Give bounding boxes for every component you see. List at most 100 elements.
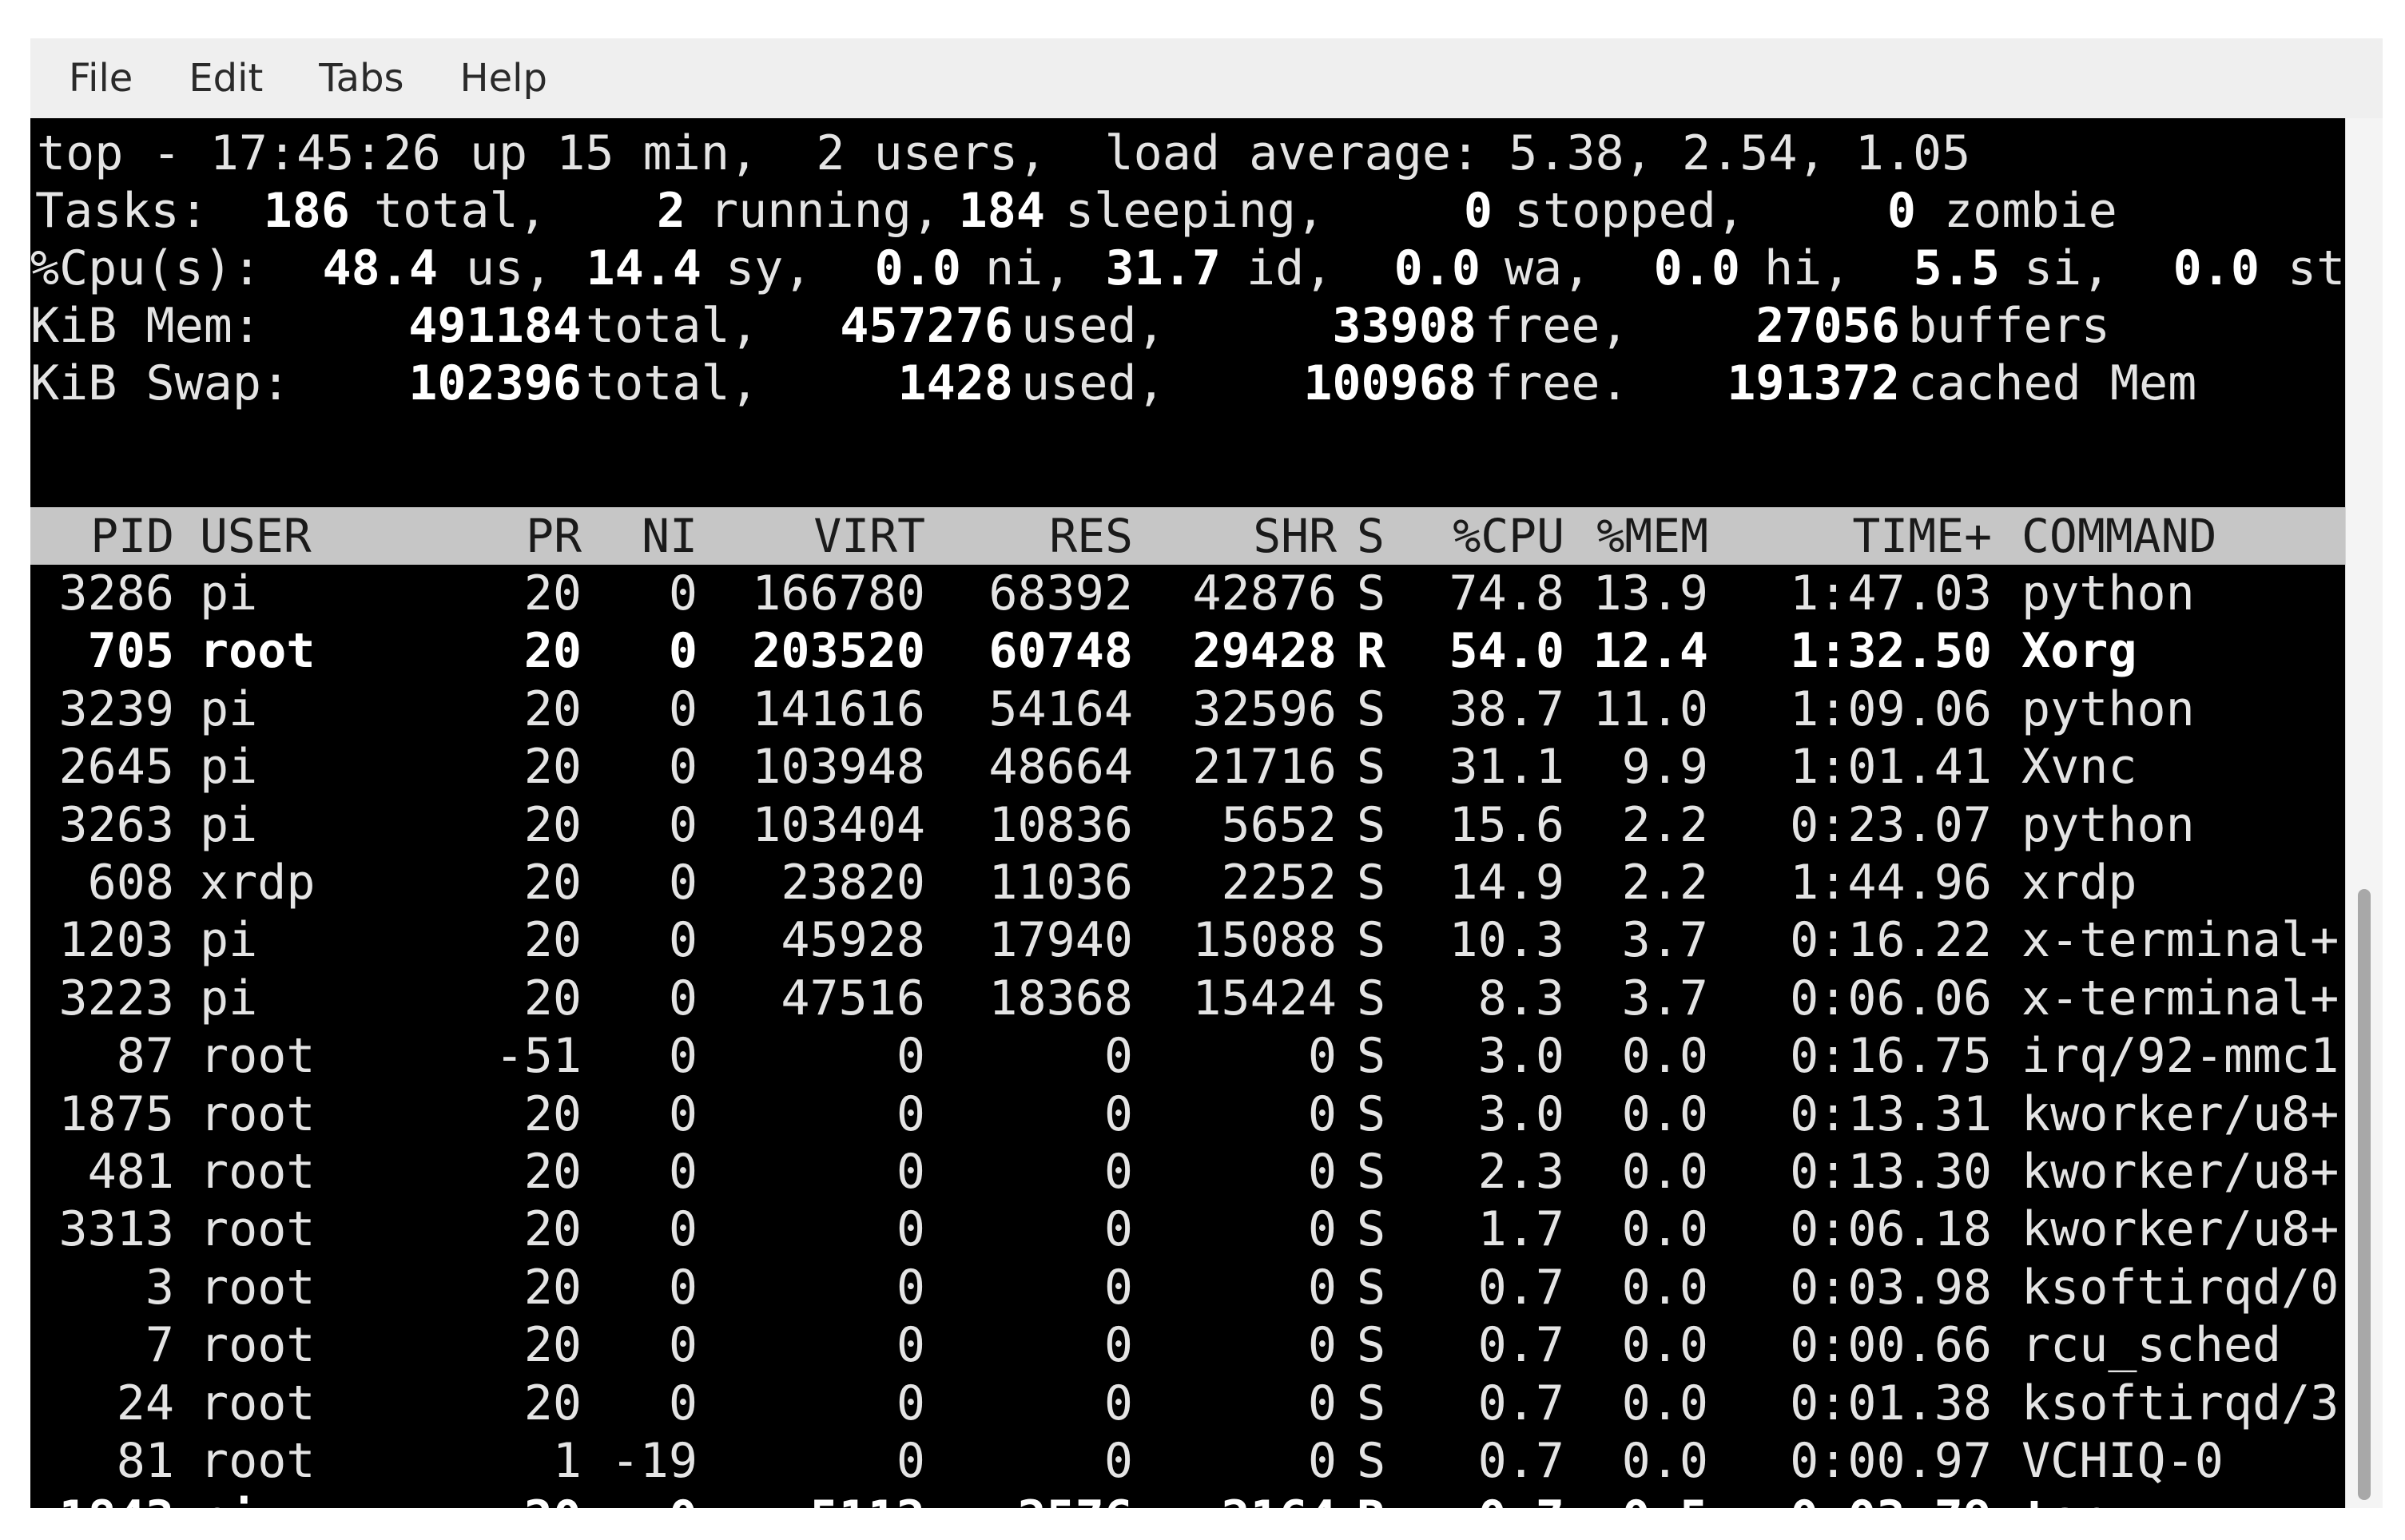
cell-res: 0 <box>1103 1433 1133 1489</box>
cell-cpu: 54.0 <box>1449 623 1565 680</box>
menu-edit[interactable]: Edit <box>171 51 280 105</box>
cell-shr: 0 <box>1307 1086 1337 1142</box>
cell-shr: 0 <box>1307 1433 1337 1489</box>
table-row[interactable]: 2645 pi 20 0 103948 48664 21716 S 31.1 9.9 1:01.41… <box>30 738 2346 796</box>
cell-user: pi <box>200 1490 407 1508</box>
cell-state: S <box>1357 855 1386 911</box>
cell-shr: 0 <box>1307 1259 1337 1316</box>
cell-state: S <box>1357 1086 1386 1142</box>
cell-state: R <box>1357 623 1386 680</box>
tasks-total-label: total, <box>374 183 547 239</box>
col-pr[interactable]: PR <box>446 507 582 565</box>
menu-tabs[interactable]: Tabs <box>301 51 421 105</box>
cell-pid: 3 <box>145 1259 174 1316</box>
cell-res: 11036 <box>988 855 1133 911</box>
cell-pr: 20 <box>523 796 582 853</box>
cell-state: S <box>1357 1028 1386 1085</box>
col-shr[interactable]: SHR <box>1133 507 1337 565</box>
scrollbar[interactable] <box>2345 118 2383 1508</box>
table-row[interactable]: 481 root 20 0 0 0 0 S 2.3 0.0 0:13.30 kworker/u8+ <box>30 1143 2346 1201</box>
terminal-output[interactable]: top - 17:45:26 up 15 min, 2 users, load … <box>30 118 2346 1508</box>
table-row[interactable]: 705 root 20 0 203520 60748 29428 R 54.0 12.4 1:32.… <box>30 622 2346 680</box>
cell-state: S <box>1357 1144 1386 1200</box>
cell-state: S <box>1357 970 1386 1026</box>
cell-pid: 608 <box>87 855 174 911</box>
cell-state: S <box>1357 1201 1386 1258</box>
tasks-zombie: 0 <box>1886 183 1916 239</box>
cell-time: 1:09.06 <box>1790 681 1992 737</box>
tasks-total: 186 <box>263 183 350 239</box>
table-row[interactable]: 24 root 20 0 0 0 0 S 0.7 0.0 0:01.38 ksoftirqd/3 <box>30 1375 2346 1432</box>
scrollbar-thumb[interactable] <box>2358 889 2371 1500</box>
process-table-header[interactable]: PID USER PR NI VIRT RES SHR S %CPU %MEM … <box>30 507 2346 565</box>
cell-virt: 0 <box>896 1375 925 1431</box>
table-row[interactable]: 3239 pi 20 0 141616 54164 32596 S 38.7 11.0 1:09.0… <box>30 681 2346 738</box>
table-row[interactable]: 3286 pi 20 0 166780 68392 42876 S 74.8 13.9 1:47.0… <box>30 565 2346 622</box>
cell-command: Xorg <box>2021 623 2137 680</box>
col-ni[interactable]: NI <box>590 507 698 565</box>
cell-res: 0 <box>1103 1201 1133 1258</box>
table-row[interactable]: 1203 pi 20 0 45928 17940 15088 S 10.3 3.7 0:16.22 x… <box>30 911 2346 969</box>
col-user[interactable]: USER <box>200 507 407 565</box>
cell-virt: 0 <box>896 1201 925 1258</box>
cell-command: irq/92-mmc1 <box>2021 1028 2339 1085</box>
cell-command: python <box>2021 681 2195 737</box>
table-row[interactable]: 3223 pi 20 0 47516 18368 15424 S 8.3 3.7 0:06.06 x-… <box>30 970 2346 1027</box>
cell-mem: 3.7 <box>1621 970 1708 1026</box>
cell-ni: 0 <box>668 1028 698 1085</box>
col-command[interactable]: COMMAND <box>2021 507 2341 565</box>
cpu-st: 0.0 <box>2172 240 2260 296</box>
cell-user: pi <box>200 566 258 621</box>
table-row[interactable]: 87 root -51 0 0 0 0 S 3.0 0.0 0:16.75 irq/92-mmc1 <box>30 1027 2346 1085</box>
cell-mem: 0.0 <box>1621 1144 1708 1200</box>
cell-ni: 0 <box>668 1259 698 1316</box>
cell-ni: 0 <box>668 855 698 911</box>
col-time[interactable]: TIME+ <box>1716 507 1992 565</box>
tasks-zombie-label: zombie <box>1944 183 2117 239</box>
cell-time: 1:44.96 <box>1790 855 1992 911</box>
cell-cpu: 0.7 <box>1477 1317 1564 1374</box>
cell-user: root <box>200 623 316 680</box>
cell-res: 0 <box>1103 1086 1133 1142</box>
swap-total: 102396 <box>408 355 582 411</box>
menu-bar: File Edit Tabs Help <box>30 38 2383 119</box>
cell-pid: 1875 <box>58 1086 175 1142</box>
cell-user: pi <box>200 796 258 853</box>
table-row[interactable]: 81 root 1 -19 0 0 0 S 0.7 0.0 0:00.97 VCHIQ-0 <box>30 1432 2346 1490</box>
cell-cpu: 0.7 <box>1477 1259 1564 1316</box>
table-row[interactable]: 1843 pi 20 05112 25762164 R 0.70.5 0:03.79 top <box>30 1490 2346 1508</box>
cell-state: S <box>1357 1375 1386 1431</box>
cell-cpu: 0.7 <box>1477 1375 1564 1431</box>
table-row[interactable]: 3263 pi 20 0 103404 10836 5652 S 15.6 2.2 0:23.07 p… <box>30 796 2346 854</box>
col-cpu[interactable]: %CPU <box>1405 507 1564 565</box>
cell-command: top <box>2021 1490 2341 1508</box>
table-row[interactable]: 3 root 20 0 0 0 0 S 0.7 0.0 0:03.98 ksoftirqd/0 <box>30 1259 2346 1316</box>
cell-pr: 20 <box>523 1086 582 1142</box>
cell-virt: 0 <box>896 1086 925 1142</box>
cell-ni: 0 <box>668 1317 698 1374</box>
cell-state: S <box>1357 566 1386 621</box>
cell-res: 17940 <box>988 912 1133 969</box>
menu-help[interactable]: Help <box>443 51 565 105</box>
cell-virt: 166780 <box>752 566 925 621</box>
cell-time: 0:06.18 <box>1790 1201 1992 1258</box>
col-s[interactable]: S <box>1357 507 1397 565</box>
table-row[interactable]: 3313 root 20 0 0 0 0 S 1.7 0.0 0:06.18 kworker/u8+ <box>30 1201 2346 1258</box>
cell-user: root <box>200 1259 316 1316</box>
cell-time: 1:47.03 <box>1790 566 1992 621</box>
cell-cpu: 14.9 <box>1449 855 1565 911</box>
col-res[interactable]: RES <box>933 507 1133 565</box>
cell-res: 0 <box>1103 1028 1133 1085</box>
cell-command: python <box>2021 566 2195 621</box>
cell-user: root <box>200 1375 316 1431</box>
col-pid[interactable]: PID <box>30 507 174 565</box>
table-row[interactable]: 1875 root 20 0 0 0 0 S 3.0 0.0 0:13.31 kworker/u8+ <box>30 1086 2346 1143</box>
table-row[interactable]: 7 root 20 0 0 0 0 S 0.7 0.0 0:00.66 rcu_sched <box>30 1316 2346 1374</box>
swap-total-label: total, <box>586 355 759 411</box>
menu-file[interactable]: File <box>51 51 150 105</box>
col-virt[interactable]: VIRT <box>702 507 925 565</box>
table-row[interactable]: 608 xrdp 20 0 23820 11036 2252 S 14.9 2.2 1:44.96 x… <box>30 854 2346 911</box>
col-mem[interactable]: %MEM <box>1568 507 1708 565</box>
cell-virt: 47516 <box>781 970 925 1026</box>
tasks-stopped: 0 <box>1463 183 1493 239</box>
